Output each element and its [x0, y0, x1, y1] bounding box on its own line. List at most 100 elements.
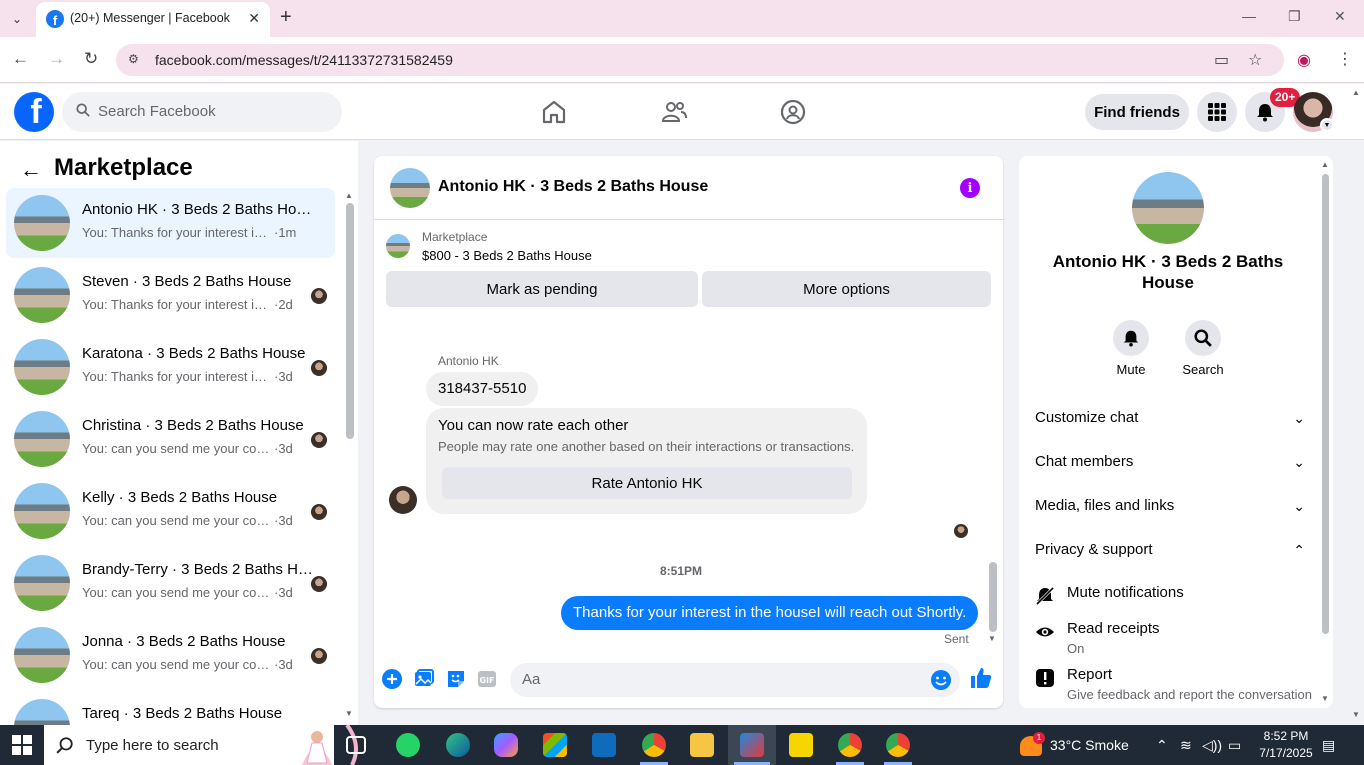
tab-close-icon[interactable]: ✕ — [248, 10, 260, 27]
chevron-down-icon: ⌄ — [1293, 498, 1305, 514]
battery-icon[interactable]: ▭ — [1228, 737, 1241, 754]
conversation-item[interactable]: Kelly · 3 Beds 2 Baths House You: can you… — [6, 476, 335, 546]
listing-thumbnail[interactable] — [386, 234, 410, 258]
mark-pending-button[interactable]: Mark as pending — [386, 271, 698, 307]
network-icon[interactable]: ≋ — [1180, 737, 1192, 754]
sticker-icon[interactable] — [445, 668, 467, 690]
section-media-files-links[interactable]: Media, files and links ⌄ — [1035, 491, 1305, 521]
restore-icon[interactable]: ❐ — [1288, 8, 1301, 25]
reload-icon[interactable]: ↻ — [84, 49, 98, 69]
tab-search-chevron-icon[interactable]: ⌄ — [6, 8, 28, 30]
chat-title[interactable]: Antonio HK · 3 Beds 2 Baths House — [438, 178, 708, 196]
conversation-snippet: You: Thanks for your interest in the hou… — [82, 225, 297, 240]
chat-avatar[interactable] — [390, 168, 430, 208]
install-app-icon[interactable]: ▭ — [1214, 50, 1229, 70]
conversation-item[interactable]: Tareq · 3 Beds 2 Baths House — [6, 692, 335, 725]
menu-grid-button[interactable] — [1197, 92, 1237, 132]
store-icon[interactable] — [543, 733, 567, 757]
browser-menu-icon[interactable]: ⋮ — [1337, 49, 1353, 69]
sticky-notes-icon[interactable] — [789, 733, 813, 757]
pinned-app-icon[interactable] — [740, 733, 764, 757]
search-conversation-button[interactable] — [1185, 320, 1221, 356]
facebook-favicon-icon: f — [46, 10, 64, 28]
clock[interactable]: 8:52 PM 7/17/2025 — [1254, 728, 1318, 762]
groups-icon[interactable] — [779, 98, 807, 126]
chat-scrollbar[interactable] — [989, 562, 997, 632]
volume-icon[interactable]: ◁)) — [1202, 737, 1222, 754]
conversation-item[interactable]: Christina · 3 Beds 2 Baths House You: can… — [6, 404, 335, 474]
conversation-avatar — [14, 483, 70, 539]
copilot-icon[interactable] — [494, 733, 518, 757]
plus-icon[interactable] — [381, 668, 403, 690]
info-scrollbar[interactable] — [1322, 174, 1329, 634]
conversation-item[interactable]: Karatona · 3 Beds 2 Baths House You: Than… — [6, 332, 335, 402]
back-arrow-icon[interactable]: ← — [20, 157, 42, 183]
back-icon[interactable]: ← — [12, 49, 29, 69]
file-explorer-icon[interactable] — [690, 733, 714, 757]
notification-center-icon[interactable]: ▤ — [1322, 737, 1335, 754]
omnibox[interactable]: ⚙ facebook.com/messages/t/24113372731582… — [116, 44, 1284, 76]
mute-button[interactable] — [1113, 320, 1149, 356]
more-options-button[interactable]: More options — [702, 271, 991, 307]
incoming-message[interactable]: 318437-5510 — [426, 372, 539, 406]
page-scroll-up-icon[interactable]: ▲ — [1352, 88, 1360, 97]
chrome-profile-2-icon[interactable] — [886, 733, 910, 757]
find-friends-button[interactable]: Find friends — [1085, 94, 1189, 130]
minimize-icon[interactable]: — — [1242, 8, 1256, 24]
friends-icon[interactable] — [660, 98, 688, 126]
conversation-avatar — [14, 267, 70, 323]
photo-icon[interactable] — [413, 668, 435, 690]
chrome-profile-icon[interactable] — [838, 733, 862, 757]
section-customize-chat[interactable]: Customize chat ⌄ — [1035, 403, 1305, 433]
sender-avatar[interactable] — [389, 486, 417, 514]
chrome-icon[interactable] — [642, 733, 666, 757]
forward-icon[interactable]: → — [48, 49, 65, 69]
message-input[interactable]: Aa — [510, 663, 960, 697]
close-window-icon[interactable]: ✕ — [1334, 8, 1346, 25]
sidebar-scroll-down-icon[interactable]: ▼ — [345, 709, 353, 718]
info-icon[interactable]: i — [960, 178, 980, 198]
facebook-search-input[interactable]: Search Facebook — [62, 92, 342, 132]
tray-chevron-icon[interactable]: ⌃ — [1156, 737, 1168, 754]
rate-card: You can now rate each other People may r… — [426, 408, 867, 514]
search-icon — [1194, 329, 1212, 347]
account-chevron-icon[interactable]: ▼ — [1320, 118, 1334, 132]
section-chat-members[interactable]: Chat members ⌄ — [1035, 447, 1305, 477]
conversation-item[interactable]: Steven · 3 Beds 2 Baths House You: Thanks… — [6, 260, 335, 330]
listing-price[interactable]: $800 - 3 Beds 2 Baths House — [422, 248, 592, 263]
info-scroll-up-icon[interactable]: ▲ — [1321, 160, 1329, 169]
task-view-icon[interactable] — [346, 736, 366, 754]
sidebar-scrollbar[interactable] — [346, 203, 354, 439]
browser-tab[interactable]: f (20+) Messenger | Facebook ✕ — [36, 2, 270, 37]
weather-text[interactable]: 33°C Smoke — [1050, 737, 1129, 753]
site-info-icon[interactable]: ⚙ — [128, 52, 139, 66]
emoji-icon[interactable] — [930, 669, 952, 691]
edge-icon[interactable] — [446, 733, 470, 757]
conversation-item[interactable]: Brandy-Terry · 3 Beds 2 Baths House You: … — [6, 548, 335, 618]
conversation-item[interactable]: Jonna · 3 Beds 2 Baths House You: can you… — [6, 620, 335, 690]
conversation-snippet: You: Thanks for your interest in the hou… — [82, 297, 293, 312]
home-icon[interactable] — [540, 98, 568, 126]
info-avatar[interactable] — [1132, 172, 1204, 244]
windows-start-icon[interactable] — [12, 735, 32, 755]
sidebar-scroll-up-icon[interactable]: ▲ — [345, 191, 353, 200]
url-text[interactable]: facebook.com/messages/t/2411337273158245… — [155, 52, 453, 68]
outlook-icon[interactable] — [592, 733, 616, 757]
conversation-item[interactable]: Antonio HK · 3 Beds 2 Baths House You: Th… — [6, 188, 335, 258]
bookmark-star-icon[interactable]: ☆ — [1248, 50, 1262, 70]
info-scroll-down-icon[interactable]: ▼ — [1321, 694, 1329, 703]
profile-icon[interactable]: ◉ — [1297, 50, 1311, 70]
new-tab-icon[interactable]: + — [280, 6, 292, 29]
outgoing-message[interactable]: Thanks for your interest in the houseI w… — [561, 596, 979, 630]
gif-icon[interactable]: GIF — [476, 668, 498, 690]
facebook-logo-icon[interactable]: f — [14, 92, 54, 132]
chat-scroll-down-icon[interactable]: ▼ — [988, 634, 996, 643]
like-icon[interactable] — [969, 666, 993, 690]
taskbar-search-input[interactable]: Type here to search — [44, 725, 358, 765]
section-privacy-support[interactable]: Privacy & support ⌃ — [1035, 535, 1305, 565]
read-avatar — [311, 432, 327, 448]
eye-icon — [1036, 627, 1054, 637]
page-scroll-down-icon[interactable]: ▼ — [1352, 710, 1360, 719]
whatsapp-icon[interactable] — [396, 733, 420, 757]
rate-button[interactable]: Rate Antonio HK — [442, 467, 852, 499]
